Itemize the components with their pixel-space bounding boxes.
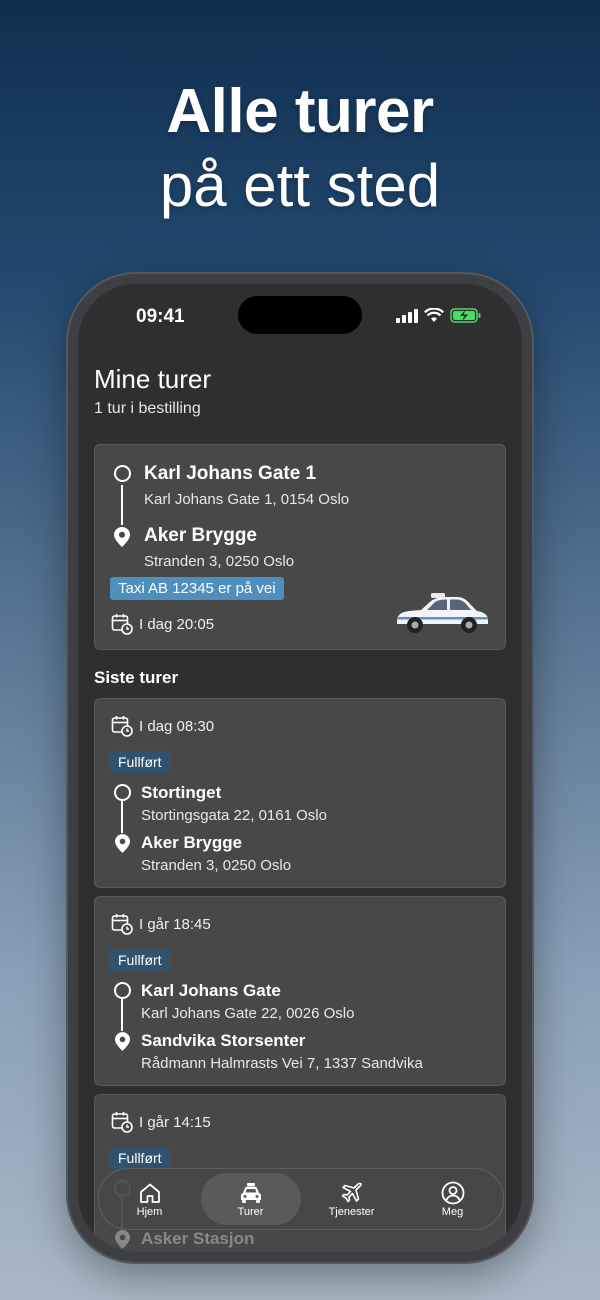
- home-icon: [139, 1183, 160, 1203]
- active-trip-card[interactable]: Karl Johans Gate 1 Karl Johans Gate 1, 0…: [94, 444, 506, 650]
- taxi-car-icon: [397, 593, 488, 633]
- headline-line-1: Alle turer: [166, 77, 434, 146]
- recent-trip-card[interactable]: I går 18:45 Fullført Karl Johans Gate Ka…: [94, 896, 506, 1086]
- destination-name: Aker Brygge: [144, 525, 257, 546]
- destination-name: Asker Stasjon: [141, 1229, 255, 1248]
- tab-services[interactable]: Tjenester: [302, 1173, 402, 1225]
- origin-circle-icon: [113, 465, 131, 482]
- location-pin-icon: [114, 834, 130, 853]
- destination-address: Rådmann Halmrasts Vei 7, 1337 Sandvika: [141, 1055, 423, 1072]
- destination-name: Sandvika Storsenter: [141, 1031, 306, 1050]
- trip-datetime-text: I dag 20:05: [139, 615, 215, 633]
- calendar-clock-icon: [111, 914, 133, 935]
- tab-home[interactable]: Hjem: [100, 1173, 200, 1225]
- route-destination: Asker Stasjon: [111, 1229, 254, 1249]
- dynamic-island: [238, 296, 362, 334]
- route-destination: Aker Brygge Stranden 3, 0250 Oslo: [111, 525, 294, 570]
- destination-address: Stranden 3, 0250 Oslo: [141, 857, 292, 874]
- destination-name: Aker Brygge: [141, 833, 243, 852]
- completed-badge: Fullført: [110, 751, 170, 773]
- page-subtitle: 1 tur i bestilling: [94, 400, 201, 417]
- origin-name: Karl Johans Gate 1: [144, 463, 317, 484]
- status-icons: [396, 308, 482, 323]
- location-pin-icon: [114, 527, 130, 547]
- marketing-headline: Alle turer på ett sted: [0, 78, 600, 226]
- trip-datetime-text: I går 14:15: [139, 1113, 211, 1131]
- location-pin-icon: [114, 1230, 130, 1249]
- destination-address: Stranden 3, 0250 Oslo: [144, 553, 295, 570]
- headline-line-2: på ett sted: [159, 152, 441, 219]
- route-origin: Karl Johans Gate Karl Johans Gate 22, 00…: [111, 981, 354, 1022]
- trip-datetime-text: I dag 08:30: [139, 717, 215, 735]
- route-destination: Sandvika Storsenter Rådmann Halmrasts Ve…: [111, 1031, 423, 1072]
- trip-datetime: I går 14:15: [111, 1111, 211, 1133]
- tab-label: Hjem: [136, 1206, 163, 1218]
- completed-badge: Fullført: [110, 1147, 170, 1169]
- trip-datetime-text: I går 18:45: [139, 915, 211, 933]
- airplane-icon: [341, 1182, 362, 1203]
- origin-circle-icon: [113, 784, 131, 801]
- route-origin: Stortinget Stortingsgata 22, 0161 Oslo: [111, 783, 327, 824]
- trip-datetime: I dag 08:30: [111, 715, 214, 737]
- tab-trips[interactable]: Turer: [200, 1173, 301, 1225]
- person-icon: [441, 1181, 464, 1205]
- tab-label: Meg: [441, 1206, 464, 1218]
- route-origin: Karl Johans Gate 1 Karl Johans Gate 1, 0…: [111, 463, 349, 508]
- calendar-clock-icon: [111, 1112, 133, 1133]
- battery-charging-icon: [450, 308, 481, 323]
- trip-datetime: I går 18:45: [111, 913, 211, 935]
- status-bar: 09:41: [78, 284, 522, 348]
- origin-circle-icon: [113, 982, 131, 999]
- section-recent-trips: Siste turer: [94, 668, 179, 687]
- route-destination: Aker Brygge Stranden 3, 0250 Oslo: [111, 833, 291, 874]
- origin-name: Karl Johans Gate: [141, 981, 281, 1000]
- status-time: 09:41: [136, 306, 185, 327]
- recent-trip-card[interactable]: I dag 08:30 Fullført Stortinget Storting…: [94, 698, 506, 888]
- page-title: Mine turer: [94, 364, 212, 394]
- tab-label: Tjenester: [328, 1206, 375, 1218]
- wifi-icon: [424, 308, 444, 322]
- calendar-clock-icon: [111, 614, 133, 635]
- trip-datetime: I dag 20:05: [111, 613, 214, 635]
- origin-name: Stortinget: [141, 783, 222, 802]
- origin-address: Karl Johans Gate 1, 0154 Oslo: [144, 491, 350, 508]
- calendar-clock-icon: [111, 716, 133, 737]
- phone-screen: 09:41 Mine turer 1 tur i bestilling Karl…: [78, 284, 522, 1252]
- origin-address: Stortingsgata 22, 0161 Oslo: [141, 807, 327, 824]
- signal-icon: [396, 308, 418, 323]
- tab-label: Turer: [237, 1206, 264, 1218]
- bottom-tab-bar: Hjem Turer Tjenester Meg: [98, 1168, 504, 1230]
- car-icon: [240, 1183, 261, 1203]
- location-pin-icon: [114, 1032, 130, 1051]
- tab-me[interactable]: Meg: [403, 1173, 503, 1225]
- completed-badge: Fullført: [110, 949, 170, 971]
- origin-address: Karl Johans Gate 22, 0026 Oslo: [141, 1005, 355, 1022]
- trip-status-badge: Taxi AB 12345 er på vei: [110, 577, 284, 600]
